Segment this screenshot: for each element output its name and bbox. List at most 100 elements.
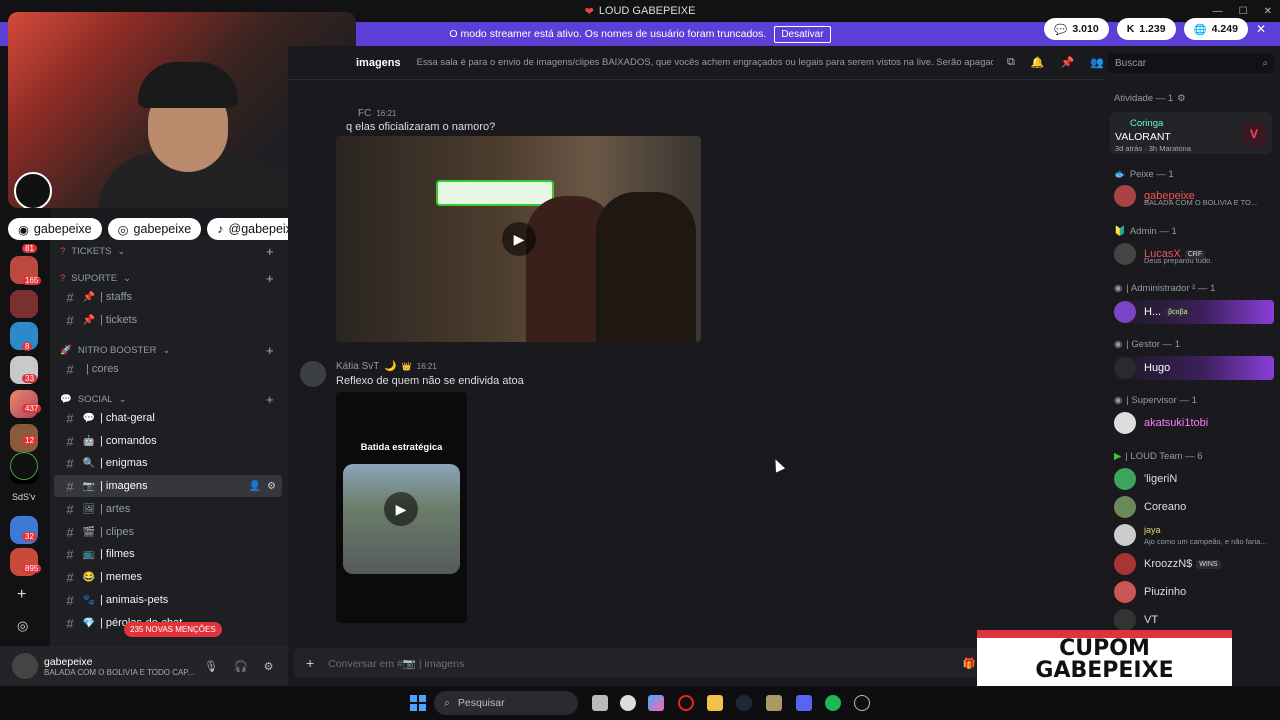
message-author[interactable]: FC [358, 108, 371, 119]
rocket-icon: 🚀 [60, 345, 72, 356]
avatar[interactable] [12, 653, 38, 679]
add-server-icon[interactable]: + [17, 586, 26, 604]
member-item[interactable]: Piuzinho [1114, 580, 1274, 604]
play-icon[interactable]: ▶ [384, 492, 418, 526]
hash-icon: # [66, 592, 74, 608]
member-item[interactable]: H... βcoβa [1114, 300, 1274, 324]
taskbar-search[interactable]: ⌕ Pesquisar [434, 691, 578, 715]
channel-cores[interactable]: # | cores [54, 358, 282, 380]
member-item[interactable]: jaya Ajo como um campeão, e não faria... [1114, 523, 1274, 547]
discord-icon: ◉ [18, 222, 29, 237]
laugh-icon: 😂 [82, 571, 96, 583]
opera-icon[interactable] [678, 695, 694, 711]
activity-card[interactable]: Coringa VALORANT 3d atrás · 3h Maratona … [1110, 112, 1272, 154]
member-item[interactable]: KroozzN$ WINS [1114, 552, 1274, 576]
category-social[interactable]: 💬 SOCIAL ⌄ + [60, 392, 274, 407]
fish-icon: 🐟 [1114, 169, 1126, 180]
add-member-icon[interactable]: 👤 [249, 481, 261, 492]
member-item[interactable]: 'ligeriN [1114, 467, 1274, 491]
speech-icon: 💬 [82, 412, 96, 424]
add-channel-icon[interactable]: + [266, 343, 274, 358]
add-attachment-icon[interactable]: + [306, 655, 314, 671]
stat-pill-total: 🌐 4.249 [1183, 18, 1248, 40]
channel-enigmas[interactable]: # 🔍 | enigmas [54, 452, 282, 474]
message-composer[interactable]: + Conversar em #📷 | imagens 🎁 [294, 648, 984, 678]
close-icon[interactable]: ✕ [1264, 6, 1272, 17]
group-label: Peixe — 1 [1129, 169, 1174, 180]
coupon-overlay: CUPOM GABEPEIXE [977, 630, 1232, 690]
user-panel: gabepeixe BALADA COM O BOLIVIA E TODO CA… [0, 646, 288, 686]
add-channel-icon[interactable]: + [266, 392, 274, 407]
paw-icon: 🐾 [82, 594, 96, 606]
close-overlay-icon[interactable]: ✕ [1256, 22, 1266, 36]
gear-icon[interactable]: ⚙ [267, 481, 276, 492]
search-input[interactable]: Buscar ⌕ [1108, 53, 1274, 73]
channel-topic[interactable]: Essa sala é para o envio de imagens/clip… [417, 57, 993, 68]
bell-icon[interactable]: 🔔 [1031, 56, 1045, 69]
loud-server-icon[interactable] [10, 452, 38, 480]
maximize-icon[interactable]: ☐ [1239, 6, 1248, 17]
play-icon[interactable]: ▶ [502, 222, 536, 256]
server-icon[interactable] [10, 290, 38, 318]
video-caption: Batida estratégica [360, 442, 443, 453]
channel-animais-pets[interactable]: # 🐾 | animais-pets [54, 589, 282, 611]
gear-icon[interactable]: ⚙ [1177, 93, 1186, 104]
spotify-icon[interactable] [825, 695, 841, 711]
avatar[interactable] [300, 361, 326, 387]
headphones-icon[interactable]: 🎧 [234, 660, 248, 673]
channel-chat-geral[interactable]: # 💬 | chat-geral [54, 407, 282, 429]
members-icon[interactable]: 👥 [1090, 56, 1104, 69]
channel-tickets[interactable]: # 📌 | tickets [54, 309, 282, 331]
windows-start-icon[interactable] [410, 695, 426, 711]
microphone-icon[interactable]: 🎙 [204, 660, 218, 673]
chevron-down-icon: ⌄ [117, 246, 126, 257]
copilot-icon[interactable] [648, 695, 664, 711]
channel-comandos[interactable]: # 🤖 | comandos [54, 430, 282, 452]
steam-icon[interactable] [736, 695, 752, 711]
threads-icon[interactable]: ⧉ [1007, 56, 1015, 69]
category-nitro[interactable]: 🚀 NITRO BOOSTER ⌄ + [60, 343, 274, 358]
gear-icon[interactable]: ⚙ [264, 660, 274, 673]
app-icon[interactable] [620, 695, 636, 711]
channel-label: | staffs [100, 291, 133, 303]
minimize-icon[interactable]: — [1213, 6, 1223, 17]
viewer-stats: 💬 3.010 K 1.239 🌐 4.249 ✕ [1044, 18, 1266, 40]
disable-streamer-button[interactable]: Desativar [774, 25, 831, 43]
channel-clipes[interactable]: # 🎬 | clipes [54, 521, 282, 543]
add-channel-icon[interactable]: + [266, 244, 274, 259]
task-view-icon[interactable] [592, 695, 608, 711]
member-item[interactable]: LucasX CRF Deus preparou tudo. [1114, 242, 1274, 266]
member-item[interactable]: gabepeixe BALADA COM O BOLIVIA E TO... [1114, 184, 1274, 208]
discord-icon[interactable] [796, 695, 812, 711]
pin-icon[interactable]: 📌 [1061, 56, 1075, 69]
message-author[interactable]: Kátia SvT [336, 361, 379, 372]
add-channel-icon[interactable]: + [266, 271, 274, 286]
member-item[interactable]: Hugo [1114, 356, 1274, 380]
member-group-header: 🔰 Admin — 1 [1114, 226, 1177, 237]
window-title: LOUD GABEPEIXE [598, 5, 696, 17]
file-explorer-icon[interactable] [707, 695, 723, 711]
app-icon[interactable] [854, 695, 870, 711]
member-item[interactable]: VT [1114, 608, 1274, 632]
category-suporte[interactable]: ? SUPORTE ⌄ + [60, 271, 274, 286]
member-item[interactable]: akatsuki1tobi [1114, 411, 1274, 435]
discover-icon[interactable]: ◎ [17, 618, 28, 634]
video-attachment[interactable]: ▶ [336, 136, 701, 342]
image-icon: 🖼 [82, 503, 96, 515]
new-mentions-badge[interactable]: 235 NOVAS MENÇÕES [124, 622, 222, 637]
member-item[interactable]: Coreano [1114, 495, 1274, 519]
category-tickets[interactable]: ? TICKETS ⌄ + [60, 244, 274, 259]
server-label[interactable]: SdS'v [12, 492, 35, 502]
channel-artes[interactable]: # 🖼 | artes [54, 498, 282, 520]
channel-staffs[interactable]: # 📌 | staffs [54, 286, 282, 308]
gift-icon[interactable]: 🎁 [963, 657, 976, 670]
member-name: Piuzinho [1144, 586, 1187, 598]
pin-icon: 📌 [82, 314, 96, 326]
app-icon[interactable] [766, 695, 782, 711]
video-attachment[interactable]: Batida estratégica ▶ [336, 392, 467, 623]
channel-imagens[interactable]: # 📷 | imagens 👤 ⚙ [54, 475, 282, 497]
hash-icon: # [66, 455, 74, 471]
user-info[interactable]: gabepeixe BALADA COM O BOLIVIA E TODO CA… [38, 656, 194, 677]
channel-filmes[interactable]: # 📺 | filmes [54, 543, 282, 565]
channel-memes[interactable]: # 😂 | memes [54, 566, 282, 588]
